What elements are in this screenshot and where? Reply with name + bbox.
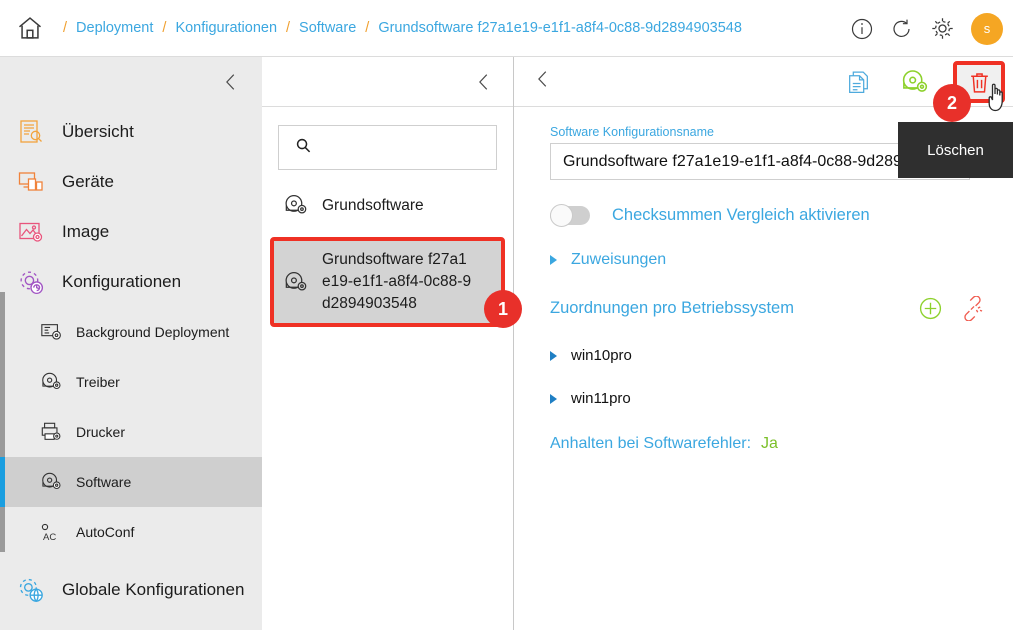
sidebar-item-label: Übersicht — [62, 122, 134, 141]
list-item-selected[interactable]: Grundsoftware f27a1e19-e1f1-a8f4-0c88-9d… — [270, 237, 505, 327]
refresh-icon[interactable] — [889, 16, 915, 42]
os-entry-win11pro[interactable]: win11pro — [550, 390, 1013, 407]
sidebar-item-label: Treiber — [76, 374, 120, 390]
assignments-expander-label: Zuweisungen — [571, 251, 667, 268]
middle-panel-header — [262, 57, 513, 107]
list-item-label: Grundsoftware — [322, 196, 424, 214]
sidebar-item-image[interactable]: Image — [0, 207, 262, 257]
plus-circle-icon[interactable] — [917, 295, 943, 321]
os-assignments-actions — [917, 295, 985, 321]
step-badge-1: 1 — [484, 290, 522, 328]
checksum-toggle[interactable] — [550, 204, 590, 227]
overview-icon — [14, 115, 48, 149]
breadcrumb-item-konfigurationen[interactable]: Konfigurationen — [175, 20, 277, 36]
breadcrumb-item-current[interactable]: Grundsoftware f27a1e19-e1f1-a8f4-0c88-9d… — [378, 20, 742, 36]
os-assignments-title: Zuordnungen pro Betriebssystem — [550, 298, 794, 317]
back-button[interactable] — [532, 68, 554, 95]
middle-panel: Grundsoftware Grundsoftware f27a1e19-e1f… — [262, 57, 514, 630]
sidebar-item-uebersicht[interactable]: Übersicht — [0, 107, 262, 157]
sidebar-item-label: Geräte — [62, 172, 114, 191]
sidebar-item-geraete[interactable]: Geräte — [0, 157, 262, 207]
sidebar: Übersicht Geräte Image Konfigurationen B… — [0, 57, 262, 630]
unlink-icon[interactable] — [959, 295, 985, 321]
info-icon[interactable] — [849, 16, 875, 42]
chevron-left-icon — [538, 71, 547, 87]
breadcrumb-separator: / — [286, 20, 291, 36]
halt-on-error-label: Anhalten bei Softwarefehler: — [550, 435, 752, 452]
software-icon — [38, 469, 64, 495]
driver-icon — [38, 369, 64, 395]
halt-on-error-row: Anhalten bei Softwarefehler: Ja — [550, 435, 1013, 453]
os-entry-label: win11pro — [571, 390, 631, 407]
chevron-right-icon — [550, 255, 557, 265]
devices-icon — [14, 165, 48, 199]
halt-on-error-value: Ja — [761, 435, 778, 452]
breadcrumb-separator: / — [162, 20, 167, 36]
breadcrumb-item-deployment[interactable]: Deployment — [76, 20, 153, 36]
software-add-button[interactable] — [897, 65, 931, 99]
sidebar-item-label: Image — [62, 222, 110, 241]
os-entry-label: win10pro — [571, 347, 632, 364]
breadcrumb-separator: / — [365, 20, 370, 36]
sidebar-item-treiber[interactable]: Treiber — [0, 357, 262, 407]
toggle-knob — [550, 204, 573, 227]
top-bar: / Deployment / Konfigurationen / Softwar… — [0, 0, 1013, 57]
breadcrumb-item-software[interactable]: Software — [299, 20, 356, 36]
chevron-left-icon — [226, 74, 235, 90]
mouse-cursor — [984, 82, 1010, 119]
os-entry-win10pro[interactable]: win10pro — [550, 347, 1013, 364]
sidebar-item-konfigurationen[interactable]: Konfigurationen — [0, 257, 262, 307]
software-icon — [280, 270, 310, 295]
sidebar-item-label: Konfigurationen — [62, 272, 182, 291]
breadcrumb-separator: / — [63, 20, 68, 36]
chevron-left-icon — [479, 73, 488, 90]
sidebar-item-label: Software — [76, 474, 132, 490]
copy-button[interactable] — [841, 65, 875, 99]
list-item[interactable]: Grundsoftware — [274, 186, 501, 225]
sidebar-item-label: AutoConf — [76, 524, 135, 540]
top-bar-actions: s — [849, 0, 1003, 57]
sidebar-item-drucker[interactable]: Drucker — [0, 407, 262, 457]
breadcrumb: / Deployment / Konfigurationen / Softwar… — [54, 20, 742, 36]
detail-actions — [841, 57, 1005, 107]
software-icon — [280, 193, 310, 218]
assignments-expander[interactable]: Zuweisungen — [550, 251, 1013, 269]
list-item-label: Grundsoftware f27a1e19-e1f1-a8f4-0c88-9d… — [322, 251, 472, 312]
sidebar-item-label: Background Deployment — [76, 324, 230, 340]
chevron-right-icon — [550, 350, 557, 361]
background-deployment-icon — [38, 319, 64, 345]
configurations-icon — [14, 265, 48, 299]
search-icon — [295, 137, 312, 159]
global-configurations-icon — [14, 573, 48, 607]
sidebar-item-background-deployment[interactable]: Background Deployment — [0, 307, 262, 357]
printer-icon — [38, 419, 64, 445]
checksum-toggle-row: Checksummen Vergleich aktivieren — [550, 204, 1013, 227]
delete-tooltip: Löschen — [898, 122, 1013, 178]
sidebar-item-autoconf[interactable]: AC AutoConf — [0, 507, 262, 557]
chevron-right-icon — [550, 393, 557, 404]
svg-text:AC: AC — [43, 532, 56, 543]
os-assignments-section: Zuordnungen pro Betriebssystem — [550, 295, 985, 321]
sidebar-item-label: Globale Konfigurationen — [62, 580, 245, 599]
gear-icon[interactable] — [929, 16, 955, 42]
middle-panel-collapse-button[interactable] — [262, 57, 513, 106]
sidebar-item-software[interactable]: Software — [0, 457, 262, 507]
home-icon[interactable] — [12, 10, 48, 46]
sidebar-item-label: Drucker — [76, 424, 126, 440]
search-input[interactable] — [278, 125, 497, 170]
image-icon — [14, 215, 48, 249]
checksum-toggle-label: Checksummen Vergleich aktivieren — [612, 206, 870, 224]
avatar[interactable]: s — [971, 12, 1003, 45]
autoconf-icon: AC — [38, 519, 64, 545]
app-root: / Deployment / Konfigurationen / Softwar… — [0, 0, 1013, 630]
sidebar-item-globale-konfigurationen[interactable]: Globale Konfigurationen — [0, 565, 262, 615]
sidebar-collapse-button[interactable] — [0, 57, 262, 107]
step-badge-2: 2 — [933, 84, 971, 122]
